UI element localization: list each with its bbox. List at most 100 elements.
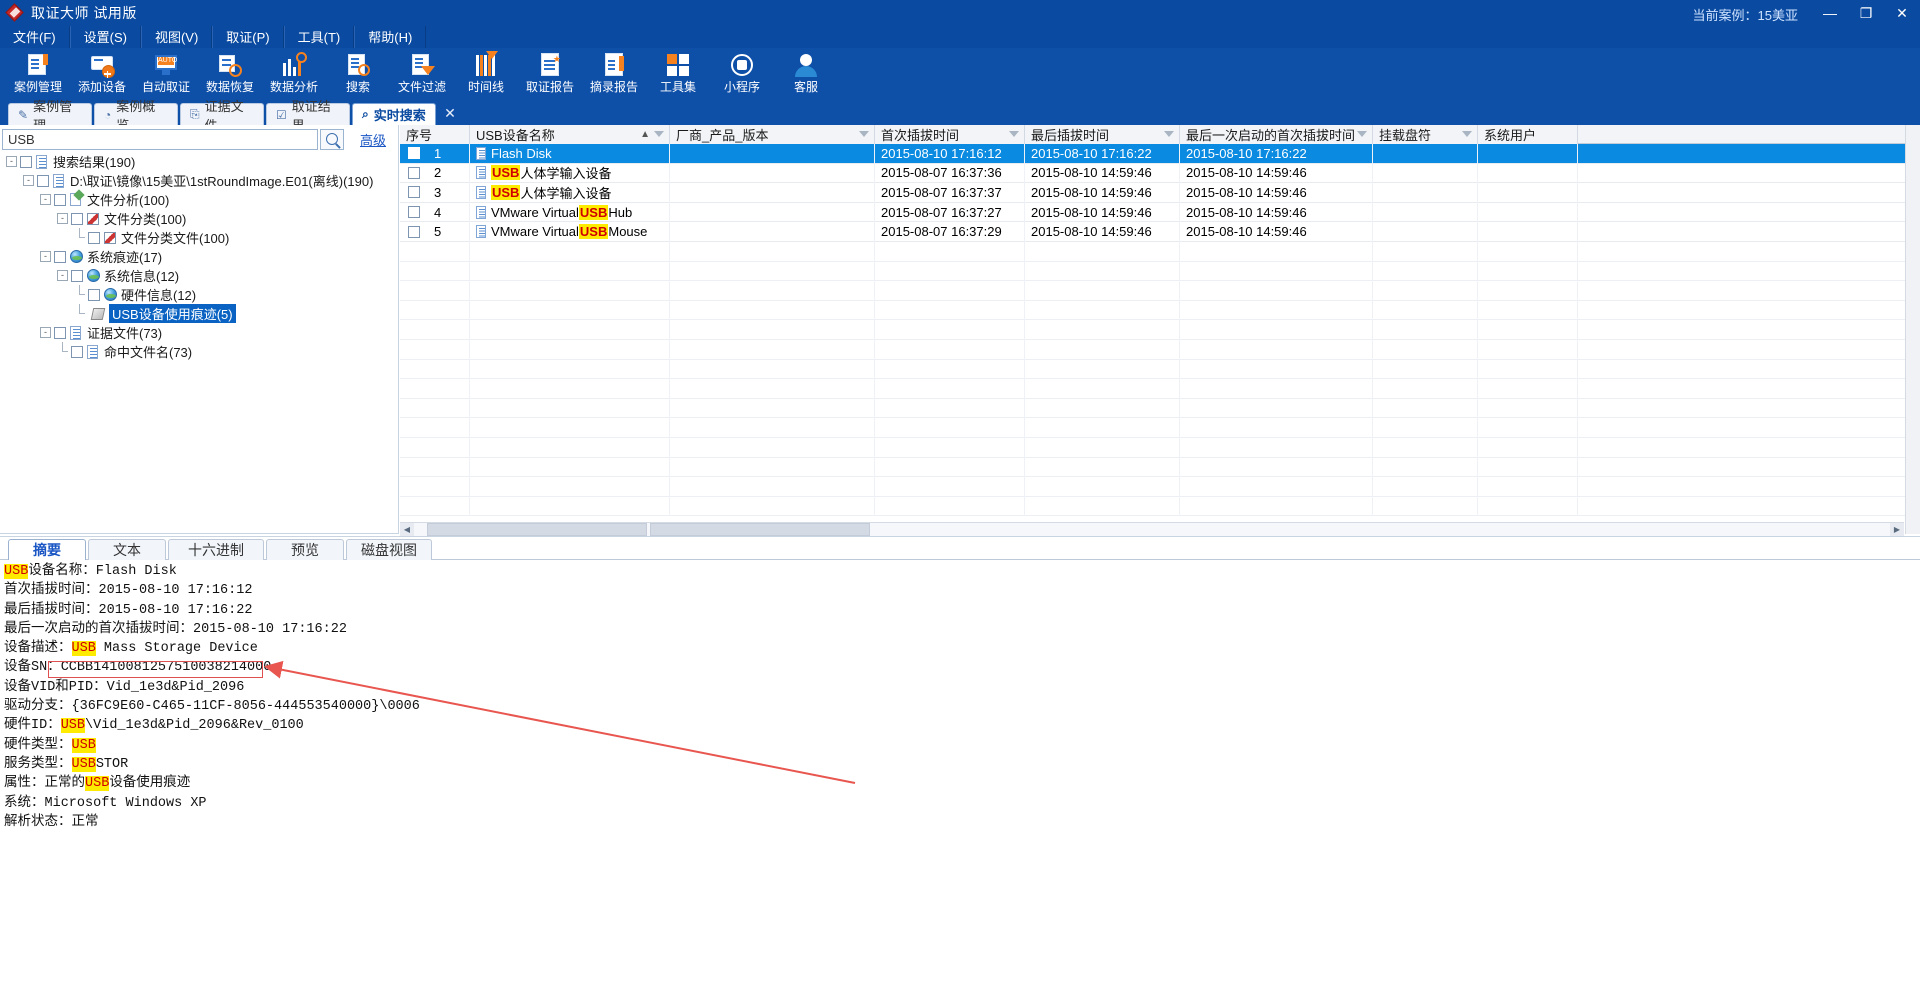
- column-header-厂商_产品_版本[interactable]: 厂商_产品_版本: [670, 125, 875, 144]
- column-filter-icon[interactable]: [1009, 131, 1019, 137]
- sort-ascending-icon[interactable]: ▲: [640, 129, 650, 140]
- tab-实时搜索[interactable]: ⌕ 实时搜索: [352, 103, 436, 125]
- table-row[interactable]: 3 USB 人体学输入设备 2015-08-07 16:37:37 2015-08-1…: [400, 182, 1920, 203]
- minimize-button[interactable]: —: [1812, 0, 1848, 26]
- tree-item-7[interactable]: 硬件信息(12): [0, 285, 399, 304]
- toolbar-button-客服[interactable]: 客服: [774, 48, 838, 101]
- tree-item-checkbox[interactable]: [88, 288, 100, 301]
- tree-item-checkbox[interactable]: [54, 193, 66, 206]
- column-header-系统用户[interactable]: 系统用户: [1478, 125, 1578, 144]
- tree-item-checkbox[interactable]: [37, 174, 49, 187]
- scroll-thumb-secondary[interactable]: [650, 522, 870, 536]
- toolbar-button-小程序[interactable]: 小程序: [710, 48, 774, 101]
- detail-tab-十六进制[interactable]: 十六进制: [168, 539, 264, 560]
- tree-item-checkbox[interactable]: [54, 326, 66, 339]
- scroll-track[interactable]: [414, 522, 1890, 536]
- tree-expander-icon[interactable]: -: [6, 156, 17, 167]
- tree-item-checkbox[interactable]: [71, 212, 83, 225]
- column-header-挂载盘符[interactable]: 挂载盘符: [1373, 125, 1478, 144]
- column-header-USB设备名称[interactable]: USB设备名称 ▲: [470, 125, 670, 144]
- maximize-button[interactable]: ❐: [1848, 0, 1884, 26]
- detail-tab-摘要[interactable]: 摘要: [8, 539, 86, 560]
- column-filter-icon[interactable]: [654, 131, 664, 137]
- tree-item-checkbox[interactable]: [20, 155, 32, 168]
- tree-expander-icon[interactable]: -: [57, 213, 68, 224]
- row-checkbox[interactable]: [408, 225, 420, 238]
- search-input[interactable]: [2, 128, 318, 150]
- column-header-首次插拔时间[interactable]: 首次插拔时间: [875, 125, 1025, 144]
- table-row[interactable]: 1 Flash Disk 2015-08-10 17:16:12 2015-08-10…: [400, 143, 1920, 164]
- tree-item-3[interactable]: - 文件分类(100): [0, 209, 399, 228]
- menu-item-3[interactable]: 取证(P): [212, 25, 284, 48]
- column-filter-icon[interactable]: [859, 131, 869, 137]
- detail-tab-预览[interactable]: 预览: [266, 539, 344, 560]
- tree-expander-icon[interactable]: -: [40, 251, 51, 262]
- tree-expander-icon[interactable]: -: [40, 327, 51, 338]
- row-index: 5: [434, 224, 442, 240]
- tree-expander-icon[interactable]: -: [57, 270, 68, 281]
- row-checkbox[interactable]: [408, 166, 420, 179]
- tree-item-checkbox[interactable]: [71, 345, 83, 358]
- last-boot-first-plug-time-cell: 2015-08-10 14:59:46: [1180, 202, 1373, 222]
- toolbar-button-数据分析[interactable]: 数据分析: [262, 48, 326, 101]
- empty-cell: [1180, 300, 1373, 320]
- toolbar-button-取证报告[interactable]: ★ 取证报告: [518, 48, 582, 101]
- tree-item-checkbox[interactable]: [88, 231, 100, 244]
- toolbar-button-数据恢复[interactable]: 数据恢复: [198, 48, 262, 101]
- close-button[interactable]: ✕: [1884, 0, 1920, 26]
- table-row[interactable]: 2 USB 人体学输入设备 2015-08-07 16:37:36 2015-08-1…: [400, 163, 1920, 184]
- close-tab-icon[interactable]: ✕: [442, 105, 458, 121]
- tree-item-0[interactable]: - 搜索结果(190): [0, 152, 399, 171]
- tree-item-6[interactable]: - 系统信息(12): [0, 266, 399, 285]
- table-vertical-scrollbar[interactable]: [1905, 125, 1920, 534]
- tab-案例概览[interactable]: ◔案例概览: [94, 99, 178, 133]
- scroll-thumb[interactable]: [427, 522, 647, 536]
- menu-item-1[interactable]: 设置(S): [69, 25, 141, 48]
- table-row[interactable]: 5 VMware Virtual USB Mouse 2015-08-07 16:3…: [400, 221, 1920, 242]
- tree-expander-icon[interactable]: -: [23, 175, 34, 186]
- toolbar-button-添加设备[interactable]: 添加设备: [70, 48, 134, 101]
- menu-item-4[interactable]: 工具(T): [283, 25, 355, 48]
- toolbar-button-自动取证[interactable]: AUTO 自动取证: [134, 48, 198, 101]
- tree-item-1[interactable]: - D:\取证\镜像\15美亚\1stRoundImage.E01(离线)(190…: [0, 171, 399, 190]
- toolbar-button-摘录报告[interactable]: 摘录报告: [582, 48, 646, 101]
- column-header-最后一次启动的首次插拔时间[interactable]: 最后一次启动的首次插拔时间: [1180, 125, 1373, 144]
- toolbar-button-工具集[interactable]: 工具集: [646, 48, 710, 101]
- tab-取证结果[interactable]: ☑取证结果: [266, 99, 350, 133]
- tab-案例管理[interactable]: ✎案例管理: [8, 99, 92, 133]
- menu-item-2[interactable]: 视图(V): [140, 25, 213, 48]
- row-checkbox[interactable]: [408, 147, 420, 160]
- menu-item-5[interactable]: 帮助(H): [354, 25, 427, 48]
- detail-tab-磁盘视图[interactable]: 磁盘视图: [346, 539, 432, 560]
- tree-item-checkbox[interactable]: [54, 250, 66, 263]
- table-horizontal-scrollbar[interactable]: ◀ ▶: [400, 522, 1904, 536]
- column-filter-icon[interactable]: [1357, 131, 1367, 137]
- toolbar-button-时间线[interactable]: 时间线: [454, 48, 518, 101]
- tree-item-2[interactable]: - 文件分析(100): [0, 190, 399, 209]
- tree-item-8[interactable]: USB设备使用痕迹(5): [0, 304, 399, 323]
- tree-item-checkbox[interactable]: [71, 269, 83, 282]
- column-header-最后插拔时间[interactable]: 最后插拔时间: [1025, 125, 1180, 144]
- auto-forensic-icon: AUTO: [152, 51, 180, 79]
- scroll-left-arrow-icon[interactable]: ◀: [400, 522, 414, 536]
- toolbar-button-案例管理[interactable]: 案例管理: [6, 48, 70, 101]
- tree-expander-icon[interactable]: -: [40, 194, 51, 205]
- toolbar-button-文件过滤[interactable]: 文件过滤: [390, 48, 454, 101]
- advanced-search-link[interactable]: 高级: [360, 130, 386, 149]
- row-checkbox[interactable]: [408, 206, 420, 219]
- detail-tab-文本[interactable]: 文本: [88, 539, 166, 560]
- tab-证据文件[interactable]: ⎘证据文件: [180, 99, 264, 133]
- column-filter-icon[interactable]: [1462, 131, 1472, 137]
- toolbar-button-搜索[interactable]: 搜索: [326, 48, 390, 101]
- table-row[interactable]: 4 VMware Virtual USB Hub 2015-08-07 16:37:…: [400, 202, 1920, 223]
- search-button[interactable]: [320, 128, 344, 150]
- tree-item-10[interactable]: 命中文件名(73): [0, 342, 399, 361]
- tree-item-9[interactable]: - 证据文件(73): [0, 323, 399, 342]
- tree-item-5[interactable]: - 系统痕迹(17): [0, 247, 399, 266]
- tree-item-4[interactable]: 文件分类文件(100): [0, 228, 399, 247]
- column-filter-icon[interactable]: [1164, 131, 1174, 137]
- scroll-right-arrow-icon[interactable]: ▶: [1890, 522, 1904, 536]
- menu-item-0[interactable]: 文件(F): [0, 25, 70, 48]
- column-header-序号[interactable]: 序号: [400, 125, 470, 144]
- row-checkbox[interactable]: [408, 186, 420, 199]
